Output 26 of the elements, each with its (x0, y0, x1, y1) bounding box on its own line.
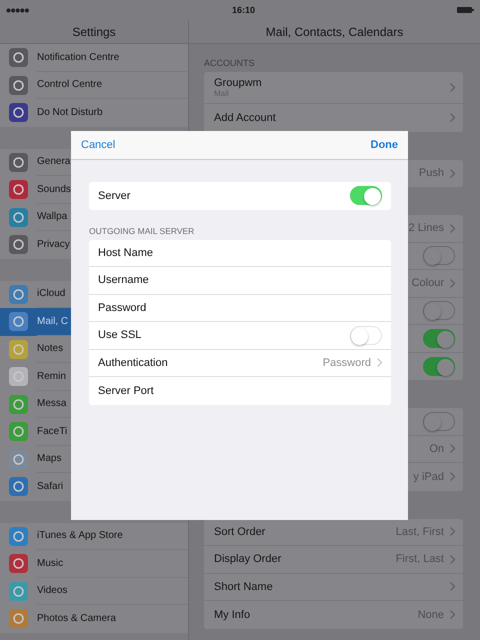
row-value: Last, First (396, 526, 444, 538)
row-value: Colour (412, 277, 444, 290)
row-label: Host Name (98, 246, 154, 259)
row-value: Push (418, 167, 444, 180)
row-label: Server Port (98, 384, 155, 397)
status-time: 16:10 (232, 5, 256, 15)
row-label: Use SSL (98, 329, 142, 342)
row-label: Add Account (214, 112, 277, 124)
row-label: Groupwm (214, 77, 263, 89)
detail-title: Mail, Contacts, Calendars (189, 20, 480, 44)
section-header: ACCOUNTS (204, 57, 256, 70)
row-value: Password (322, 356, 371, 369)
row-label: Sort Order (214, 526, 266, 538)
row-label: My Info (214, 608, 252, 621)
row-label: Password (98, 302, 148, 314)
row-value: 2 Lines (408, 222, 444, 234)
row-label: Server (98, 190, 132, 202)
row-value: On (429, 442, 444, 455)
row-label: Short Name (214, 580, 274, 593)
row-value: First, Last (396, 553, 444, 566)
row-label: Authentication (98, 356, 169, 369)
row-label: Username (98, 274, 150, 286)
row-label: Display Order (214, 553, 282, 566)
row-value: y iPad (413, 470, 444, 483)
section-header: OUTGOING MAIL SERVER (89, 226, 196, 238)
row-value: None (418, 608, 444, 621)
